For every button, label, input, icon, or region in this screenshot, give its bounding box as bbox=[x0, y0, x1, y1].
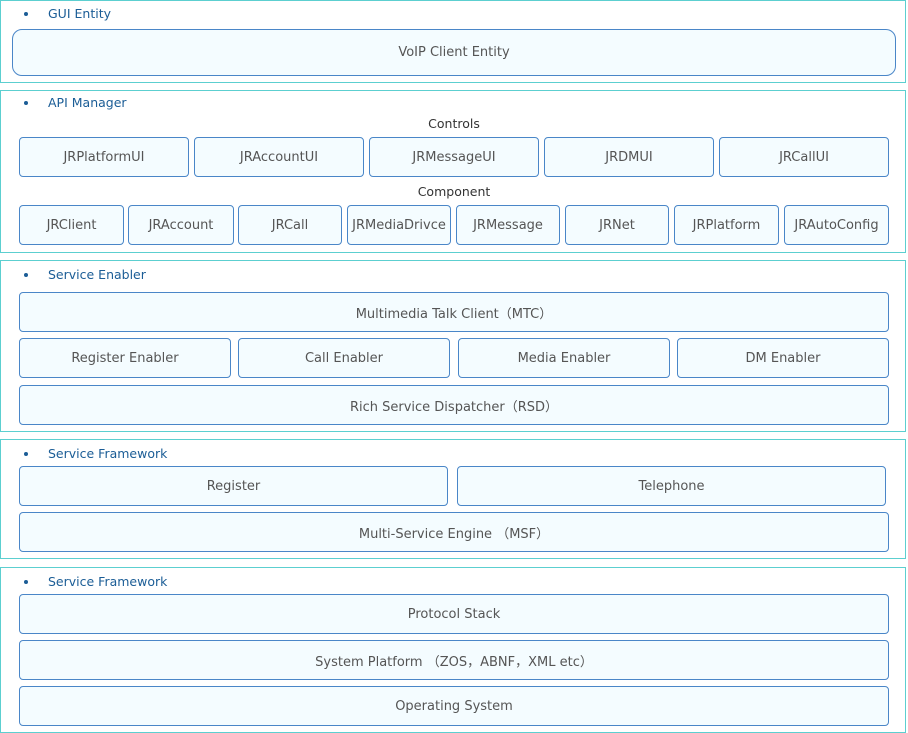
bullet-icon bbox=[24, 452, 28, 456]
system-platform-box: System Platform （ZOS，ABNF，XML etc） bbox=[19, 640, 889, 680]
controls-label: Controls bbox=[428, 116, 480, 131]
mtc-box: Multimedia Talk Client（MTC） bbox=[19, 292, 889, 332]
bullet-icon bbox=[24, 12, 28, 16]
enabler-box: Call Enabler bbox=[238, 338, 450, 378]
section-title: Service Framework bbox=[48, 574, 168, 589]
section-title: GUI Entity bbox=[48, 6, 111, 21]
operating-system-box: Operating System bbox=[19, 686, 889, 726]
control-box: JRPlatformUI bbox=[19, 137, 189, 177]
section-title: Service Framework bbox=[48, 446, 168, 461]
register-box: Register bbox=[19, 466, 448, 506]
rsd-box: Rich Service Dispatcher（RSD） bbox=[19, 385, 889, 425]
enabler-box: Media Enabler bbox=[458, 338, 670, 378]
section-title: API Manager bbox=[48, 95, 127, 110]
component-box: JRNet bbox=[565, 205, 669, 245]
voip-client-entity-box: VoIP Client Entity bbox=[12, 29, 896, 76]
component-label: Component bbox=[417, 184, 491, 199]
section-title: Service Enabler bbox=[48, 267, 146, 282]
component-box: JRCall bbox=[238, 205, 342, 245]
msf-box: Multi-Service Engine （MSF） bbox=[19, 512, 889, 552]
bullet-icon bbox=[24, 580, 28, 584]
control-box: JRDMUI bbox=[544, 137, 714, 177]
control-box: JRCallUI bbox=[719, 137, 889, 177]
component-box: JRMessage bbox=[456, 205, 560, 245]
component-box: JRAccount bbox=[128, 205, 234, 245]
bullet-icon bbox=[24, 101, 28, 105]
enabler-box: Register Enabler bbox=[19, 338, 231, 378]
enabler-box: DM Enabler bbox=[677, 338, 889, 378]
control-box: JRMessageUI bbox=[369, 137, 539, 177]
protocol-stack-box: Protocol Stack bbox=[19, 594, 889, 634]
bullet-icon bbox=[24, 273, 28, 277]
component-box: JRPlatform bbox=[674, 205, 779, 245]
control-box: JRAccountUI bbox=[194, 137, 364, 177]
component-box: JRAutoConfig bbox=[784, 205, 889, 245]
component-box: JRClient bbox=[19, 205, 124, 245]
component-box: JRMediaDrivce bbox=[347, 205, 451, 245]
telephone-box: Telephone bbox=[457, 466, 886, 506]
